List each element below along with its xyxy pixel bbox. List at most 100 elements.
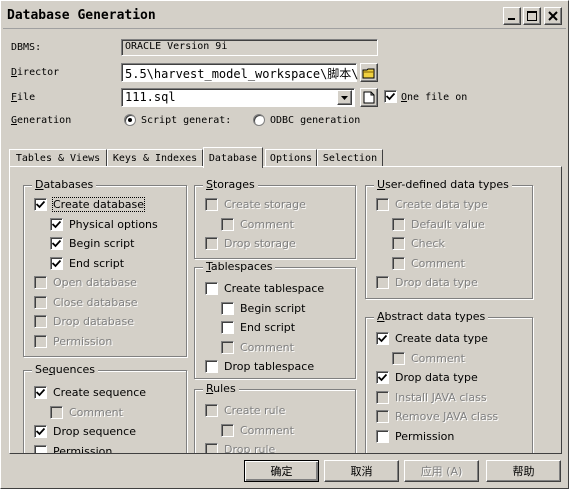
- open-database-checkbox[interactable]: [34, 276, 47, 289]
- open-database-label: Open database: [53, 276, 137, 289]
- adt-comment-label: Comment: [411, 352, 465, 365]
- adt-create-checkbox[interactable]: [376, 332, 389, 345]
- adt-drop-checkbox[interactable]: [376, 371, 389, 384]
- udt-default-value-checkbox[interactable]: [392, 218, 405, 231]
- script-generation-radio[interactable]: [124, 114, 136, 126]
- drop-rule-label: Drop rule: [224, 443, 276, 454]
- sequence-permission-label: Permission: [53, 445, 113, 454]
- db-permission-checkbox[interactable]: [34, 335, 47, 348]
- tablespaces-group: Tablespaces Create tablespace Begin scri…: [194, 260, 356, 379]
- create-storage-checkbox[interactable]: [205, 198, 218, 211]
- close-database-checkbox[interactable]: [34, 296, 47, 309]
- udt-check-label: Check: [411, 237, 445, 250]
- checkmark-icon: [378, 373, 387, 382]
- close-database-label: Close database: [53, 296, 138, 309]
- db-begin-script-label: Begin script: [69, 237, 135, 250]
- drop-database-checkbox[interactable]: [34, 315, 47, 328]
- dbms-label: DBMS:: [11, 42, 42, 53]
- dbms-field: ORACLE Version 9i: [121, 39, 378, 56]
- sequence-permission-checkbox[interactable]: [34, 445, 47, 453]
- storages-group-title: Storages: [203, 178, 258, 191]
- physical-options-checkbox[interactable]: [50, 218, 63, 231]
- director-label: Director: [11, 67, 60, 78]
- adt-permission-checkbox[interactable]: [376, 430, 389, 443]
- create-database-label: Create database: [51, 197, 146, 212]
- checkmark-icon: [36, 388, 45, 397]
- checkmark-icon: [36, 427, 45, 436]
- script-generation-label: Script generat:: [141, 115, 232, 126]
- title-bar: Database Generation: [3, 3, 566, 29]
- maximize-button[interactable]: [523, 7, 541, 25]
- drop-tablespace-checkbox[interactable]: [205, 360, 218, 373]
- rules-group: Rules Create rule Comment Drop rule: [194, 382, 356, 454]
- rule-comment-label: Comment: [240, 424, 294, 437]
- database-tab-panel: Databases Create database Physical optio…: [9, 166, 562, 454]
- tab-options[interactable]: Options: [265, 149, 317, 167]
- install-java-class-checkbox[interactable]: [376, 391, 389, 404]
- create-tablespace-checkbox[interactable]: [205, 282, 218, 295]
- tab-tables-views[interactable]: Tables & Views: [9, 149, 107, 167]
- checkmark-icon: [386, 92, 395, 101]
- minimize-button[interactable]: [503, 7, 521, 25]
- create-tablespace-label: Create tablespace: [224, 282, 325, 295]
- drop-rule-checkbox[interactable]: [205, 443, 218, 453]
- window-title: Database Generation: [7, 8, 156, 23]
- ok-button[interactable]: 确定: [244, 460, 319, 482]
- help-button[interactable]: 帮助: [486, 460, 561, 482]
- storage-comment-checkbox[interactable]: [221, 218, 234, 231]
- adt-group-title: Abstract data types: [374, 310, 489, 323]
- one-file-checkbox[interactable]: [384, 90, 397, 103]
- rule-comment-checkbox[interactable]: [221, 424, 234, 437]
- create-rule-checkbox[interactable]: [205, 404, 218, 417]
- dbms-value: ORACLE Version 9i: [125, 41, 228, 52]
- odbc-generation-radio[interactable]: [253, 114, 265, 126]
- create-sequence-checkbox[interactable]: [34, 386, 47, 399]
- udt-check-checkbox[interactable]: [392, 237, 405, 250]
- storages-group: Storages Create storage Comment Drop sto…: [194, 178, 356, 259]
- file-properties-button[interactable]: [360, 88, 378, 107]
- db-end-script-label: End script: [69, 257, 125, 270]
- udt-comment-checkbox[interactable]: [392, 257, 405, 270]
- udt-create-checkbox[interactable]: [376, 198, 389, 211]
- drop-storage-checkbox[interactable]: [205, 237, 218, 250]
- file-combobox[interactable]: 111.sql: [121, 88, 355, 107]
- adt-permission-label: Permission: [395, 430, 455, 443]
- create-database-checkbox[interactable]: [34, 198, 47, 211]
- ts-begin-script-checkbox[interactable]: [221, 302, 234, 315]
- minimize-icon: [508, 18, 515, 20]
- tab-selection[interactable]: Selection: [317, 149, 383, 167]
- close-icon: [548, 11, 558, 21]
- apply-button[interactable]: 应用 (A): [404, 460, 479, 482]
- drop-sequence-checkbox[interactable]: [34, 425, 47, 438]
- director-value: 5.5\harvest_model_workspace\脚本\: [125, 67, 359, 81]
- maximize-icon: [527, 11, 537, 21]
- ts-end-script-checkbox[interactable]: [221, 321, 234, 334]
- tab-keys-indexes[interactable]: Keys & Indexes: [107, 149, 203, 167]
- drop-tablespace-label: Drop tablespace: [224, 360, 315, 373]
- checkmark-icon: [378, 334, 387, 343]
- udt-group-title: User-defined data types: [374, 178, 512, 191]
- cancel-button[interactable]: 取消: [324, 460, 399, 482]
- file-value: 111.sql: [125, 90, 176, 104]
- director-input[interactable]: 5.5\harvest_model_workspace\脚本\: [121, 63, 359, 82]
- file-label: File: [11, 92, 36, 103]
- browse-folder-button[interactable]: [360, 63, 378, 82]
- tab-strip: Tables & Views Keys & Indexes Database O…: [9, 147, 561, 168]
- drop-database-label: Drop database: [53, 315, 134, 328]
- databases-group: Databases Create database Physical optio…: [23, 178, 187, 357]
- ts-comment-checkbox[interactable]: [221, 341, 234, 354]
- close-button[interactable]: [544, 7, 562, 25]
- create-rule-label: Create rule: [224, 404, 286, 417]
- udt-drop-checkbox[interactable]: [376, 276, 389, 289]
- db-end-script-checkbox[interactable]: [50, 257, 63, 270]
- adt-comment-checkbox[interactable]: [392, 352, 405, 365]
- sequence-comment-checkbox[interactable]: [50, 406, 63, 419]
- checkmark-icon: [52, 259, 61, 268]
- file-dropdown-button[interactable]: [337, 90, 352, 105]
- tab-database[interactable]: Database: [203, 147, 263, 168]
- database-generation-window: Database Generation DBMS: ORACLE Version…: [0, 0, 569, 489]
- db-begin-script-checkbox[interactable]: [50, 237, 63, 250]
- remove-java-class-label: Remove JAVA class: [395, 410, 499, 423]
- sequences-group-title: Sequences: [32, 363, 98, 376]
- remove-java-class-checkbox[interactable]: [376, 410, 389, 423]
